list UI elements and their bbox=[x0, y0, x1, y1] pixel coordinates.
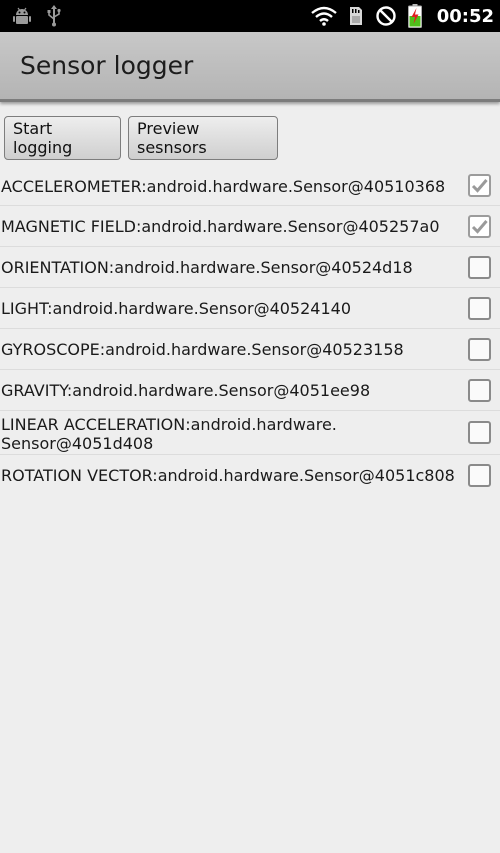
sensor-row-accelerometer[interactable]: ACCELEROMETER:android.hardware.Sensor@40… bbox=[0, 166, 500, 206]
do-not-disturb-icon bbox=[375, 0, 397, 32]
sensor-label: ACCELEROMETER:android.hardware.Sensor@40… bbox=[1, 177, 446, 196]
battery-charging-icon bbox=[407, 0, 422, 32]
sensor-label: ORIENTATION:android.hardware.Sensor@4052… bbox=[1, 258, 413, 277]
sensor-checkbox[interactable] bbox=[468, 464, 491, 487]
check-mark-icon bbox=[471, 220, 488, 234]
sensor-checkbox[interactable] bbox=[468, 379, 491, 402]
sensor-checkbox[interactable] bbox=[468, 174, 491, 197]
sd-card-icon bbox=[348, 0, 364, 32]
action-buttons: Start logging Preview sesnsors bbox=[4, 116, 278, 160]
sensor-row-rotation-vector[interactable]: ROTATION VECTOR:android.hardware.Sensor@… bbox=[0, 455, 500, 496]
usb-icon bbox=[46, 0, 62, 32]
sensor-checkbox[interactable] bbox=[468, 421, 491, 444]
preview-sensors-button[interactable]: Preview sesnsors bbox=[128, 116, 278, 160]
sensor-checkbox[interactable] bbox=[468, 215, 491, 238]
sensor-row-orientation[interactable]: ORIENTATION:android.hardware.Sensor@4052… bbox=[0, 247, 500, 288]
sensor-list: ACCELEROMETER:android.hardware.Sensor@40… bbox=[0, 166, 500, 496]
wifi-icon bbox=[310, 0, 337, 32]
sensor-row-gravity[interactable]: GRAVITY:android.hardware.Sensor@4051ee98 bbox=[0, 370, 500, 411]
status-bar: 00:52 bbox=[0, 0, 500, 32]
sensor-checkbox[interactable] bbox=[468, 338, 491, 361]
sensor-row-light[interactable]: LIGHT:android.hardware.Sensor@40524140 bbox=[0, 288, 500, 329]
check-mark-icon bbox=[471, 179, 488, 193]
title-bar: Sensor logger bbox=[0, 32, 500, 102]
sensor-label: MAGNETIC FIELD:android.hardware.Sensor@4… bbox=[1, 217, 440, 236]
sensor-label: ROTATION VECTOR:android.hardware.Sensor@… bbox=[1, 466, 455, 485]
sensor-label: GRAVITY:android.hardware.Sensor@4051ee98 bbox=[1, 381, 371, 400]
start-logging-button[interactable]: Start logging bbox=[4, 116, 121, 160]
sensor-row-linear-acceleration[interactable]: LINEAR ACCELERATION:android.hardware. Se… bbox=[0, 411, 500, 455]
sensor-checkbox[interactable] bbox=[468, 297, 491, 320]
sensor-label: GYROSCOPE:android.hardware.Sensor@405231… bbox=[1, 340, 404, 359]
sensor-row-magnetic-field[interactable]: MAGNETIC FIELD:android.hardware.Sensor@4… bbox=[0, 206, 500, 247]
sensor-checkbox[interactable] bbox=[468, 256, 491, 279]
sensor-label: LINEAR ACCELERATION:android.hardware. Se… bbox=[1, 415, 337, 453]
status-clock: 00:52 bbox=[436, 5, 494, 27]
android-debug-icon bbox=[12, 0, 32, 32]
app-title: Sensor logger bbox=[20, 51, 194, 80]
sensor-row-gyroscope[interactable]: GYROSCOPE:android.hardware.Sensor@405231… bbox=[0, 329, 500, 370]
sensor-label: LIGHT:android.hardware.Sensor@40524140 bbox=[1, 299, 351, 318]
